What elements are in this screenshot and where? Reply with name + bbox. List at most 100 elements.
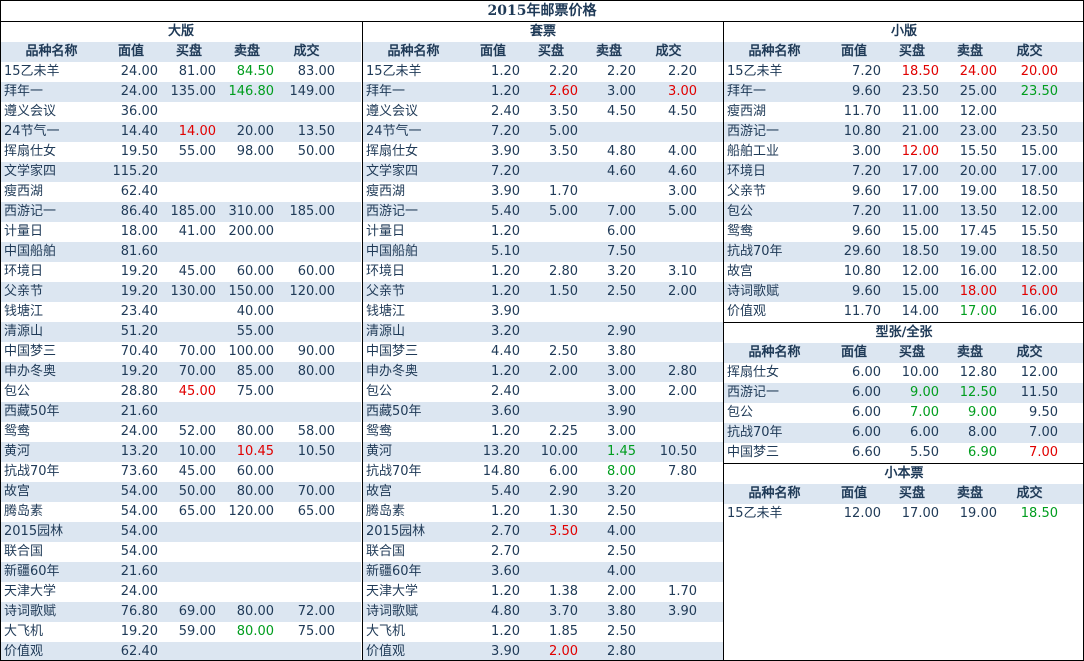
cell-name: 15乙未羊 [4,64,60,79]
cell-bid [160,562,218,582]
cell-face-value: 21.60 [120,564,158,579]
cell-face-value: 9.60 [852,224,881,239]
cell-bid: 135.00 [170,84,217,99]
cell-deal: 18.50 [1020,506,1058,521]
column-header-bid: 买盘 [175,44,202,59]
cell-face-value: 2.70 [491,524,520,539]
column-header-name: 品种名称 [748,345,801,360]
cell-name: 诗词歌赋 [727,284,780,299]
cell-name: 文学家四 [366,164,419,179]
cell-deal [276,162,337,182]
cell-bid [160,582,218,602]
cell-face-value: 7.20 [852,164,881,179]
cell-deal [276,642,337,660]
cell-deal: 75.00 [297,624,335,639]
column-header-face-value: 面值 [840,486,867,501]
cell-deal [276,302,337,322]
cell-ask: 3.20 [607,264,636,279]
table-row: 计量日 1.20 6.00 [363,222,723,242]
cell-bid: 6.00 [910,425,939,440]
cell-bid: 45.00 [178,384,216,399]
column-header-bid: 买盘 [898,44,925,59]
cell-bid [522,242,580,262]
cell-name: 腾岛素 [366,504,406,519]
table-row: 西游记一 86.40 185.00 310.00 185.00 [1,202,361,222]
cell-name: 申办冬奥 [4,364,57,379]
cell-name: 鸳鸯 [727,224,754,239]
table-row: 故宫 5.40 2.90 3.20 [363,482,723,502]
cell-face-value: 70.40 [120,344,158,359]
section-title-type: 型张/全张 [724,323,1083,343]
cell-ask: 4.50 [607,104,636,119]
table-row: 2015园林 54.00 [1,522,361,542]
cell-ask: 18.00 [959,284,997,299]
cell-face-value: 6.00 [852,385,881,400]
cell-deal: 9.50 [1029,405,1058,420]
cell-deal: 10.50 [659,444,697,459]
cell-deal: 23.50 [1020,124,1058,139]
cell-bid: 12.00 [901,144,939,159]
cell-ask: 4.80 [607,144,636,159]
cell-ask: 120.00 [228,504,275,519]
cell-face-value: 1.20 [491,424,520,439]
cell-ask [218,242,276,262]
column-header-ask: 卖盘 [595,44,622,59]
cell-bid [522,302,580,322]
column-header-face-value: 面值 [840,345,867,360]
cell-ask: 8.00 [968,425,997,440]
cell-ask [218,562,276,582]
table-row: 2015园林 2.70 3.50 4.00 [363,522,723,542]
cell-name: 环境日 [4,264,44,279]
cell-name: 挥扇仕女 [366,144,419,159]
cell-ask [218,522,276,542]
cell-bid: 5.50 [910,445,939,460]
table-row: 中国梦三 70.40 70.00 100.00 90.00 [1,342,361,362]
table-row: 诗词歌赋 76.80 69.00 80.00 72.00 [1,602,361,622]
table-row: 环境日 1.20 2.80 3.20 3.10 [363,262,723,282]
cell-face-value: 1.20 [491,584,520,599]
cell-name: 15乙未羊 [727,506,783,521]
table-row: 钱塘江 3.90 [363,302,723,322]
table-row: 西藏50年 21.60 [1,402,361,422]
cell-deal [638,222,699,242]
cell-ask: 3.80 [607,604,636,619]
table-row: 挥扇仕女 19.50 55.00 98.00 50.00 [1,142,361,162]
cell-ask: 4.00 [607,524,636,539]
cell-deal: 17.00 [1020,164,1058,179]
cell-deal: 2.00 [668,384,697,399]
table-row: 申办冬奥 1.20 2.00 3.00 2.80 [363,362,723,382]
cell-bid: 1.30 [549,504,578,519]
table-row: 父亲节 1.20 1.50 2.50 2.00 [363,282,723,302]
table-row: 天津大学 1.20 1.38 2.00 1.70 [363,582,723,602]
cell-ask: 7.50 [607,244,636,259]
table-row: 申办冬奥 19.20 70.00 85.00 80.00 [1,362,361,382]
cell-bid [522,162,580,182]
cell-ask [218,102,276,122]
cell-ask: 310.00 [228,204,275,219]
cell-name: 文学家四 [4,164,57,179]
cell-deal: 50.00 [297,144,335,159]
cell-deal: 4.60 [668,164,697,179]
cell-name: 申办冬奥 [366,364,419,379]
cell-deal [276,402,337,422]
cell-name: 抗战70年 [727,244,783,259]
cell-bid: 18.50 [901,64,939,79]
cell-face-value: 6.60 [852,445,881,460]
cell-face-value: 5.10 [491,244,520,259]
cell-face-value: 24.00 [120,584,158,599]
cell-bid: 15.00 [901,224,939,239]
cell-deal: 18.50 [1020,244,1058,259]
cell-ask [218,642,276,660]
table-row: 中国梦三 4.40 2.50 3.80 [363,342,723,362]
cell-deal: 15.50 [1020,224,1058,239]
cell-name: 遵义会议 [4,104,57,119]
cell-bid: 14.00 [901,304,939,319]
table-row: 新疆60年 21.60 [1,562,361,582]
cell-ask: 19.00 [959,506,997,521]
cell-name: 抗战70年 [727,425,783,440]
cell-face-value: 9.60 [852,184,881,199]
section-title-small: 小版 [724,22,1083,42]
cell-bid: 17.00 [901,184,939,199]
table-row: 清源山 51.20 55.00 [1,322,361,342]
column-header-deal: 成交 [1016,486,1043,501]
